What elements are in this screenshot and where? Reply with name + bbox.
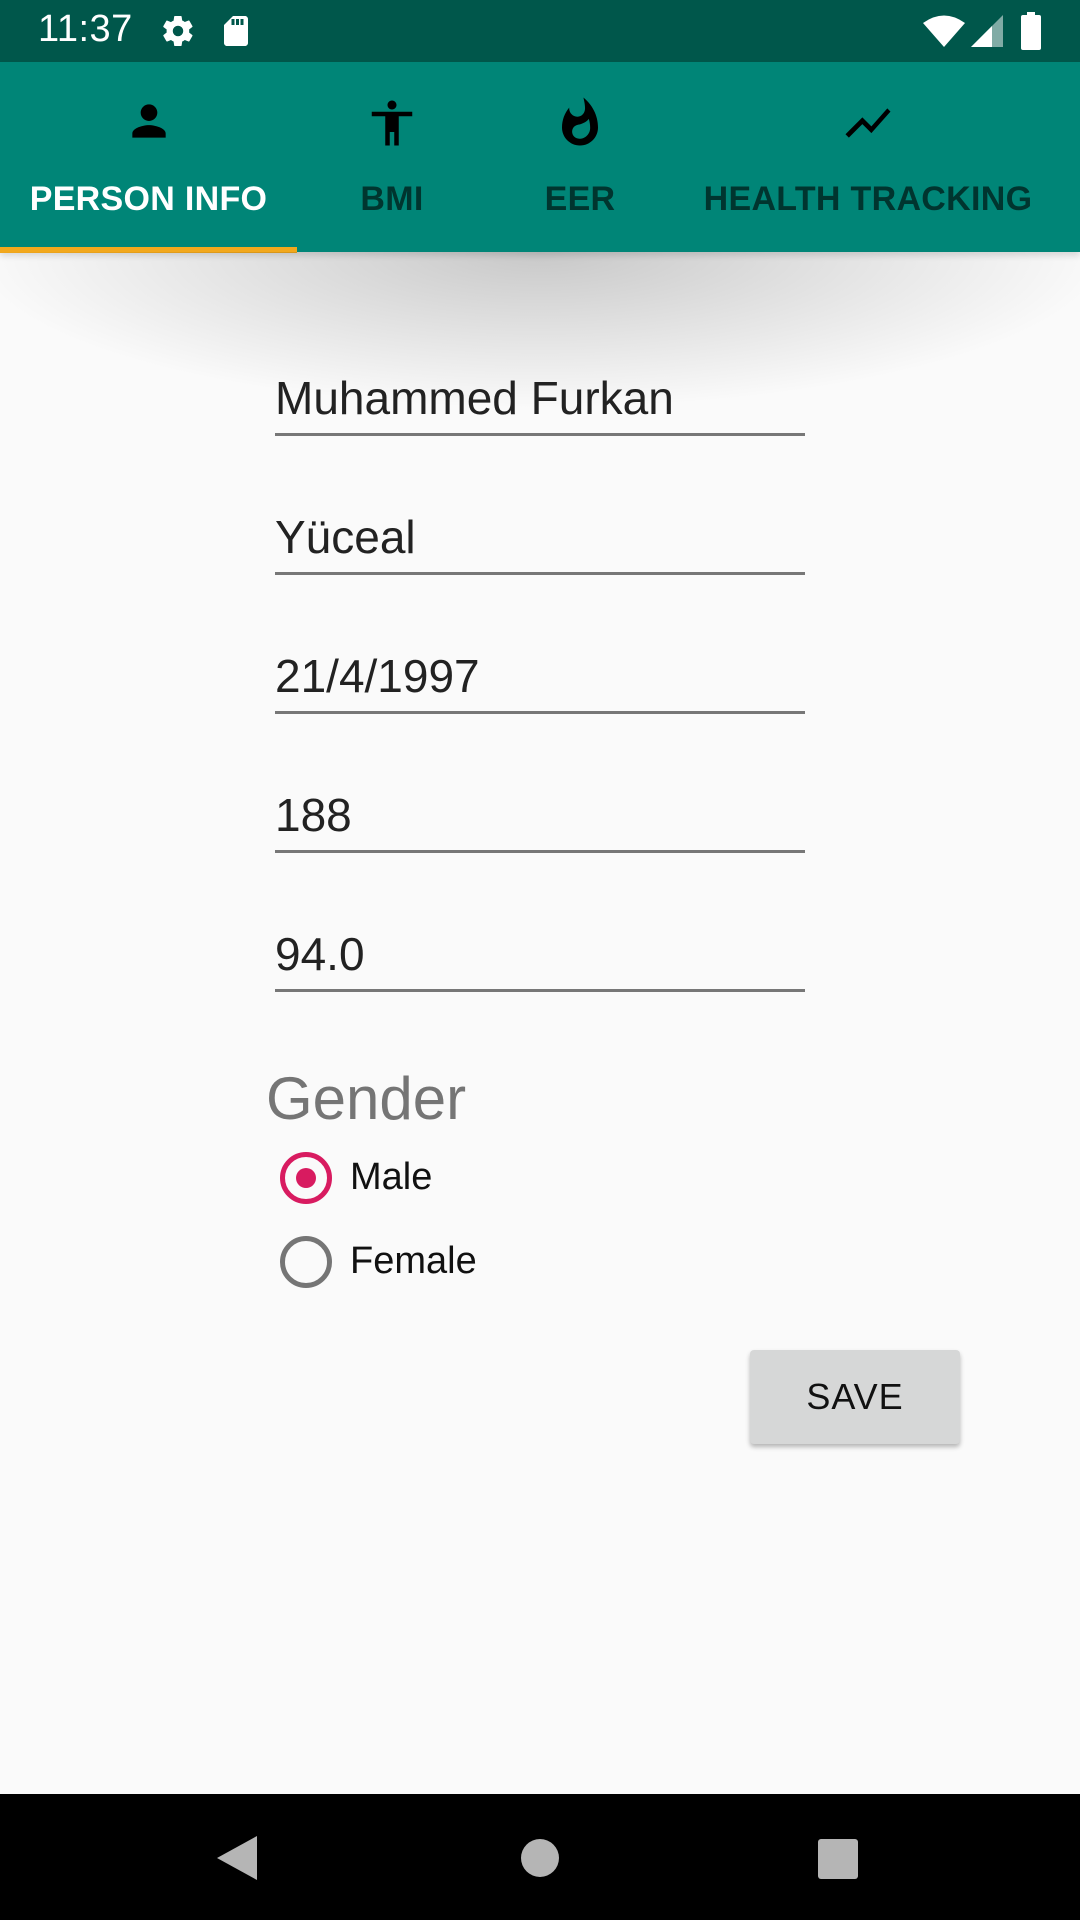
radio-label: Male — [350, 1156, 433, 1198]
tab-health-tracking[interactable]: HEALTH TRACKING — [673, 62, 1063, 252]
person-icon — [124, 96, 174, 151]
first-name-input[interactable] — [275, 371, 805, 425]
sd-card-icon — [220, 13, 252, 54]
radio-dot — [296, 1168, 316, 1188]
trending-line-icon — [838, 96, 898, 155]
weight-input[interactable] — [275, 927, 805, 981]
status-time: 11:37 — [38, 8, 133, 50]
tab-label: EER — [544, 180, 616, 218]
radio-label: Female — [350, 1240, 477, 1282]
back-triangle-icon[interactable] — [215, 1834, 259, 1887]
flame-icon — [553, 96, 607, 155]
height-input[interactable] — [275, 788, 805, 842]
birth-date-field — [275, 634, 805, 714]
accessibility-icon — [365, 96, 419, 155]
weight-field — [275, 912, 805, 992]
recents-square-icon[interactable] — [817, 1838, 859, 1885]
tab-eer[interactable]: EER — [487, 62, 673, 252]
gender-label: Gender — [266, 1065, 467, 1132]
first-name-field — [275, 356, 805, 436]
tab-label: BMI — [360, 180, 424, 218]
home-circle-icon[interactable] — [520, 1838, 560, 1883]
system-nav-bar — [0, 1794, 1080, 1920]
status-bar: 11:37 — [0, 0, 1080, 62]
birth-date-input[interactable] — [275, 649, 805, 703]
last-name-field — [275, 495, 805, 575]
save-button[interactable]: SAVE — [750, 1350, 960, 1444]
height-field — [275, 773, 805, 853]
tab-bmi[interactable]: BMI — [297, 62, 487, 252]
last-name-input[interactable] — [275, 510, 805, 564]
wifi-icon — [922, 14, 966, 53]
tab-label: HEALTH TRACKING — [703, 180, 1033, 218]
cell-signal-icon — [970, 14, 1004, 53]
person-info-form: Gender Male Female SAVE — [0, 252, 1080, 1794]
tab-bar: PERSON INFO BMI EER HEALTH TRACKING — [0, 62, 1080, 253]
radio-unchecked-icon — [280, 1236, 332, 1288]
tab-person-info[interactable]: PERSON INFO — [0, 62, 297, 252]
radio-checked-icon — [280, 1152, 332, 1204]
settings-gear-icon — [160, 13, 196, 54]
tab-label: PERSON INFO — [29, 180, 268, 218]
battery-icon — [1020, 12, 1042, 55]
